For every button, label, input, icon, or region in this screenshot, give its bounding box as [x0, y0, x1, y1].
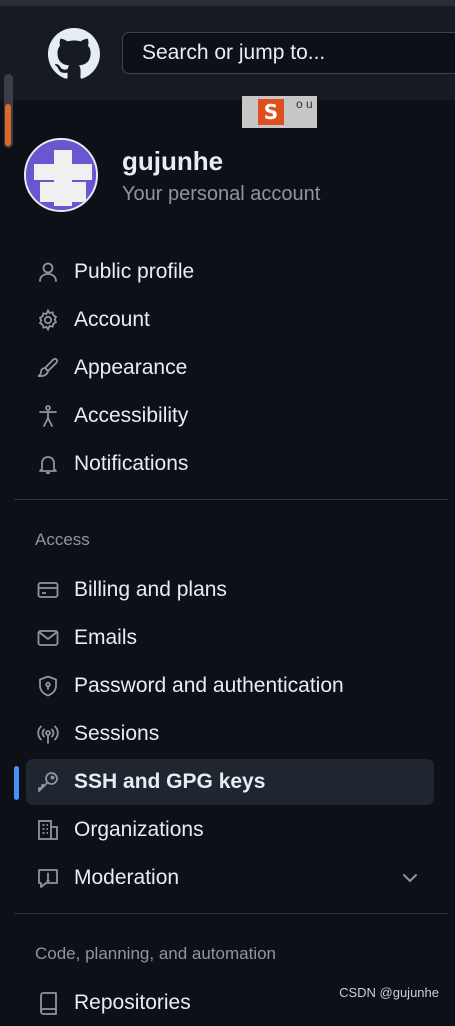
github-logo-icon[interactable] [48, 28, 100, 80]
section-heading-code-planning: Code, planning, and automation [35, 944, 277, 963]
report-icon [38, 869, 58, 888]
identicon-image [26, 140, 96, 210]
sidebar-item-organizations[interactable]: Organizations [26, 807, 434, 853]
extension-badge-text: o u [296, 97, 313, 111]
sidebar-item-label: Organizations [74, 818, 204, 841]
sidebar-item-emails[interactable]: Emails [26, 615, 434, 661]
person-icon [39, 262, 57, 282]
mail-icon [37, 630, 59, 646]
paintbrush-icon [37, 358, 58, 378]
gear-icon [38, 308, 58, 332]
organization-icon [38, 820, 58, 840]
chevron-down-icon[interactable] [400, 868, 420, 888]
sidebar-item-label: Repositories [74, 991, 191, 1014]
sidebar-item-label: Notifications [74, 452, 189, 475]
browser-edge [0, 0, 455, 6]
sidebar-item-billing[interactable]: Billing and plans [26, 567, 434, 613]
sidebar-item-label: Public profile [74, 260, 195, 283]
key-icon [38, 772, 58, 792]
active-indicator [14, 766, 19, 800]
account-subtitle: Your personal account [122, 183, 321, 205]
sidebar-item-label: Moderation [74, 866, 180, 889]
section-heading-access: Access [35, 530, 90, 549]
shield-lock-icon [39, 675, 57, 697]
sidebar-item-public-profile[interactable]: Public profile [26, 249, 434, 295]
sidebar-item-notifications[interactable]: Notifications [26, 441, 434, 487]
sidebar-item-label: Appearance [74, 356, 188, 379]
sidebar-item-moderation[interactable]: Moderation [26, 855, 434, 901]
watermark: CSDN @gujunhe [339, 985, 439, 1000]
sidebar-item-sessions[interactable]: Sessions [26, 711, 434, 757]
section-divider [14, 499, 448, 500]
sidebar-item-label: Password and authentication [74, 674, 344, 697]
bell-icon [39, 456, 57, 474]
repo-icon [40, 992, 57, 1015]
top-header: Search or jump to... [0, 0, 455, 100]
username[interactable]: gujunhe [122, 146, 223, 177]
sidebar-item-label: Sessions [74, 722, 160, 745]
broadcast-icon [37, 725, 59, 744]
sidebar-item-appearance[interactable]: Appearance [26, 345, 434, 391]
sidebar-item-label: SSH and GPG keys [74, 770, 266, 793]
search-input[interactable]: Search or jump to... [122, 32, 455, 74]
scrollbar-thumb[interactable] [5, 104, 11, 146]
sidebar-item-label: Account [74, 308, 150, 331]
sidebar-item-password-authentication[interactable]: Password and authentication [26, 663, 434, 709]
sidebar-item-label: Billing and plans [74, 578, 227, 601]
credit-card-icon [37, 582, 59, 598]
sidebar-item-label: Accessibility [74, 404, 189, 427]
sidebar-item-ssh-gpg-keys[interactable]: SSH and GPG keys [26, 759, 434, 805]
extension-badge[interactable]: S o u [242, 96, 317, 128]
avatar[interactable] [24, 138, 98, 212]
extension-s-icon: S [258, 99, 284, 125]
accessibility-icon [39, 405, 57, 427]
sidebar-item-account[interactable]: Account [26, 297, 434, 343]
section-divider [14, 913, 448, 914]
sidebar-item-label: Emails [74, 626, 138, 649]
sidebar-item-accessibility[interactable]: Accessibility [26, 393, 434, 439]
